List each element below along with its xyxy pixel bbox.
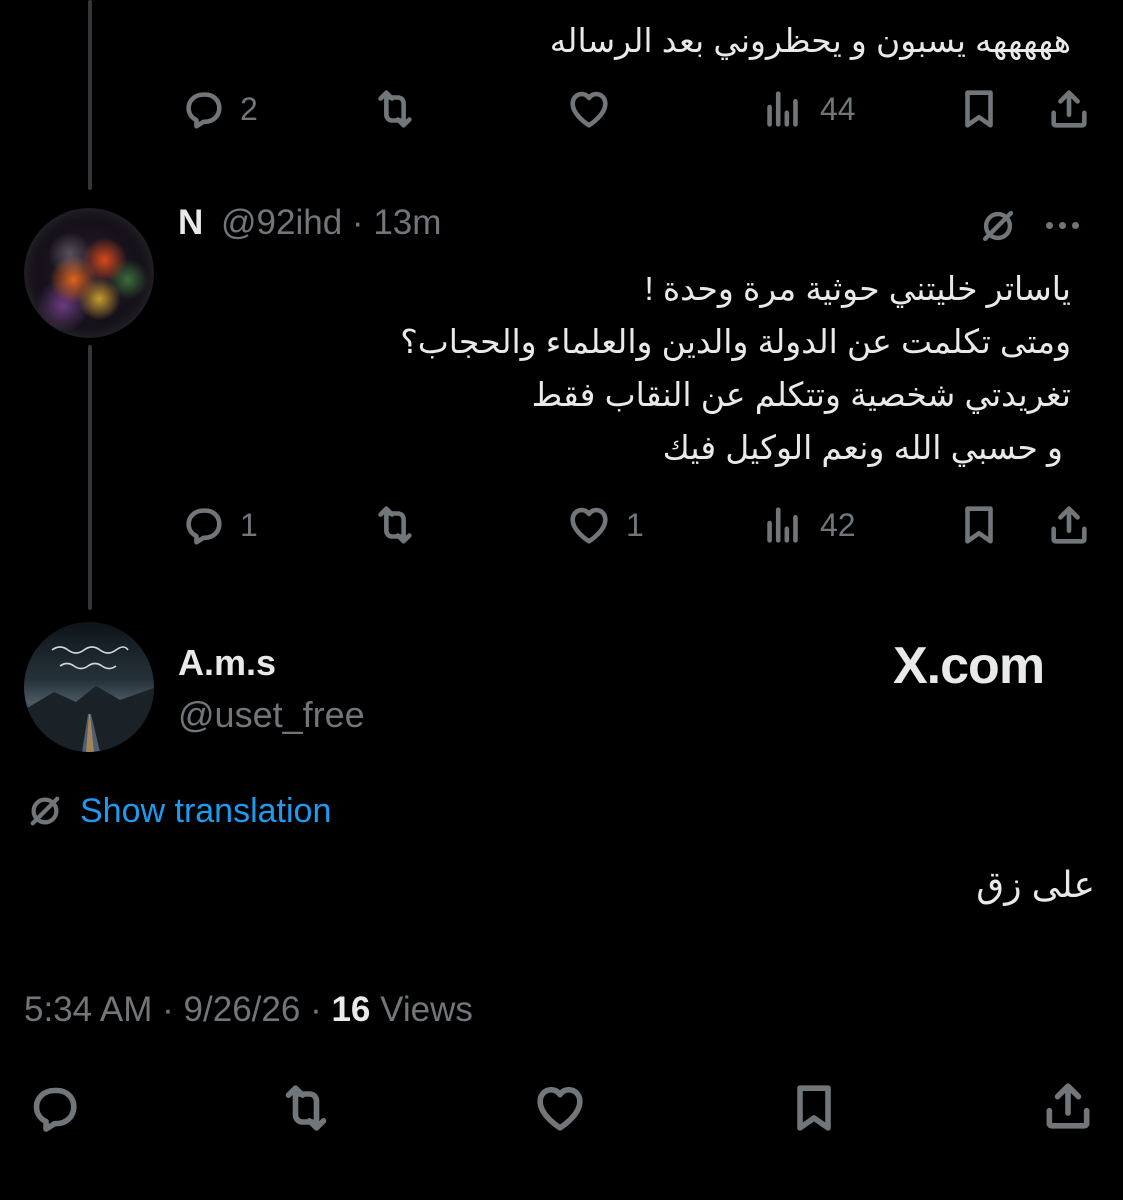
grok-icon xyxy=(976,204,1020,248)
bookmark-icon xyxy=(786,1080,842,1136)
show-translation-label[interactable]: Show translation xyxy=(80,792,331,831)
tweet2-header: N @92ihd · 13m xyxy=(178,203,441,243)
share-icon xyxy=(1046,502,1092,548)
main-tweet-avatar[interactable] xyxy=(24,622,154,752)
repost-icon xyxy=(372,86,418,132)
like-icon xyxy=(532,1080,588,1136)
tweet2-views-count: 42 xyxy=(820,506,856,543)
tweet2-views-button[interactable]: 42 xyxy=(760,502,856,548)
tweet2-line-1: ياساتر خليتني حوثية مرة وحدة ! xyxy=(644,270,1071,307)
main-share-button[interactable] xyxy=(1040,1078,1096,1134)
like-icon xyxy=(566,502,612,548)
main-bookmark-button[interactable] xyxy=(786,1080,842,1136)
tweet1-text-line: هههههه يسبون و يحظروني بعد الرساله xyxy=(549,22,1071,59)
tweet2-handle[interactable]: @92ihd xyxy=(221,203,342,242)
reply-icon xyxy=(26,1080,82,1136)
tweet2-grok-button[interactable] xyxy=(976,204,1020,248)
main-tweet-time[interactable]: 5:34 AM xyxy=(24,990,152,1029)
tweet2-like-count: 1 xyxy=(626,506,644,543)
tweet2-reply-count: 1 xyxy=(240,506,258,543)
repost-icon xyxy=(372,502,418,548)
views-icon xyxy=(760,86,806,132)
main-tweet-name[interactable]: A.m.s xyxy=(178,642,276,684)
more-icon[interactable] xyxy=(1046,222,1079,229)
meta-separator-2: · xyxy=(310,990,322,1029)
share-icon xyxy=(1046,86,1092,132)
views-icon xyxy=(760,502,806,548)
tweet2-line-2: ومتى تكلمت عن الدولة والدين والعلماء وال… xyxy=(400,323,1071,360)
like-icon xyxy=(566,86,612,132)
main-tweet-text: على زق xyxy=(976,864,1095,905)
thread-line-middle xyxy=(88,345,92,610)
tweet1-views-button[interactable]: 44 xyxy=(760,86,856,132)
tweet2-name[interactable]: N xyxy=(178,203,203,242)
tweet2-repost-button[interactable] xyxy=(372,502,418,548)
tweet1-share-button[interactable] xyxy=(1046,86,1092,132)
brand-watermark: X.com xyxy=(893,637,1045,695)
tweet2-share-button[interactable] xyxy=(1046,502,1092,548)
tweet1-views-count: 44 xyxy=(820,90,856,127)
main-tweet-views-label[interactable]: Views xyxy=(380,990,473,1029)
tweet1-reply-button[interactable]: 2 xyxy=(180,86,258,132)
main-tweet-handle[interactable]: @uset_free xyxy=(178,694,365,736)
tweet2-like-button[interactable]: 1 xyxy=(566,502,644,548)
main-reply-button[interactable] xyxy=(26,1080,82,1136)
reply-icon xyxy=(180,502,226,548)
thread-line-top xyxy=(88,0,92,190)
repost-icon xyxy=(278,1080,334,1136)
tweet2-bookmark-button[interactable] xyxy=(956,502,1002,548)
tweet1-reply-count: 2 xyxy=(240,90,258,127)
main-tweet-views-count: 16 xyxy=(331,990,371,1029)
show-translation-button[interactable]: Show translation xyxy=(24,790,331,832)
main-like-button[interactable] xyxy=(532,1080,588,1136)
tweet1-repost-button[interactable] xyxy=(372,86,418,132)
tweet2-reply-button[interactable]: 1 xyxy=(180,502,258,548)
tweet2-time[interactable]: 13m xyxy=(373,203,441,242)
translate-icon xyxy=(24,790,66,832)
tweet2-separator: · xyxy=(351,203,364,242)
share-icon xyxy=(1040,1078,1096,1134)
reply-icon xyxy=(180,86,226,132)
bookmark-icon xyxy=(956,502,1002,548)
tweet2-avatar[interactable] xyxy=(24,208,154,338)
main-tweet-date[interactable]: 9/26/26 xyxy=(184,990,301,1029)
main-repost-button[interactable] xyxy=(278,1080,334,1136)
tweet2-line-3: تغريدتي شخصية وتتكلم عن النقاب فقط xyxy=(531,376,1071,413)
tweet2-line-4: و حسبي الله ونعم الوكيل فيك xyxy=(662,429,1063,466)
tweet1-bookmark-button[interactable] xyxy=(956,86,1002,132)
main-tweet-meta: 5:34 AM · 9/26/26 · 16 Views xyxy=(24,990,473,1030)
tweet1-like-button[interactable] xyxy=(566,86,612,132)
meta-separator-1: · xyxy=(162,990,174,1029)
bookmark-icon xyxy=(956,86,1002,132)
